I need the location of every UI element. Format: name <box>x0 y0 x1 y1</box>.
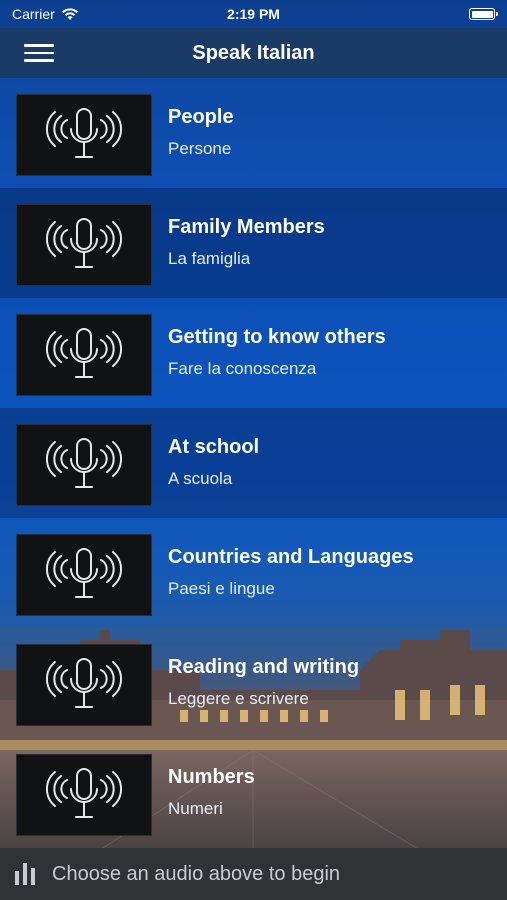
lesson-thumbnail <box>16 644 152 726</box>
list-item[interactable]: Getting to know others Fare la conoscenz… <box>0 298 507 408</box>
lesson-title: Family Members <box>168 216 325 238</box>
microphone-icon <box>45 438 123 488</box>
list-item[interactable]: People Persone <box>0 78 507 188</box>
audio-bars-icon <box>15 863 35 885</box>
audio-player-bar: Choose an audio above to begin <box>0 848 507 900</box>
lesson-title: People <box>168 106 234 128</box>
microphone-icon <box>45 548 123 598</box>
lesson-thumbnail <box>16 754 152 836</box>
lesson-title: At school <box>168 436 260 458</box>
microphone-icon <box>45 108 123 158</box>
lesson-subtitle: Fare la conoscenza <box>168 359 317 378</box>
lesson-subtitle: Leggere e scrivere <box>168 689 309 708</box>
lesson-thumbnail <box>16 534 152 616</box>
list-item-text: Countries and Languages Paesi e lingue <box>168 546 414 599</box>
lesson-title: Getting to know others <box>168 326 386 348</box>
microphone-icon <box>45 658 123 708</box>
list-item-text: Numbers Numeri <box>168 766 255 819</box>
list-item-text: Family Members La famiglia <box>168 216 325 269</box>
status-bar: Carrier 2:19 PM <box>0 0 507 28</box>
list-item[interactable]: Reading and writing Leggere e scrivere <box>0 628 507 738</box>
list-item[interactable]: Countries and Languages Paesi e lingue <box>0 518 507 628</box>
lesson-list: People Persone Family Members La famigli… <box>0 78 507 848</box>
lesson-subtitle: Numeri <box>168 799 223 818</box>
lesson-title: Countries and Languages <box>168 546 414 568</box>
lesson-subtitle: A scuola <box>168 469 233 488</box>
list-item[interactable]: Numbers Numeri <box>0 738 507 848</box>
lesson-thumbnail <box>16 204 152 286</box>
lesson-thumbnail <box>16 314 152 396</box>
lesson-subtitle: Paesi e lingue <box>168 579 275 598</box>
nav-title: Speak Italian <box>192 41 315 64</box>
list-item-text: Getting to know others Fare la conoscenz… <box>168 326 386 379</box>
hamburger-menu-icon[interactable] <box>24 40 54 64</box>
list-item-text: At school A scuola <box>168 436 259 489</box>
lesson-thumbnail <box>16 94 152 176</box>
microphone-icon <box>45 328 123 378</box>
lesson-subtitle: La famiglia <box>168 249 251 268</box>
list-item[interactable]: At school A scuola <box>0 408 507 518</box>
lesson-title: Reading and writing <box>168 656 360 678</box>
lesson-thumbnail <box>16 424 152 506</box>
player-message: Choose an audio above to begin <box>52 862 341 885</box>
microphone-icon <box>45 768 123 818</box>
list-item[interactable]: Family Members La famiglia <box>0 188 507 298</box>
battery-icon <box>469 8 498 20</box>
microphone-icon <box>45 218 123 268</box>
status-time: 2:19 PM <box>227 6 280 22</box>
list-item-text: People Persone <box>168 106 234 159</box>
navigation-bar: Speak Italian <box>0 28 507 78</box>
list-item-text: Reading and writing Leggere e scrivere <box>168 656 359 709</box>
lesson-title: Numbers <box>168 766 255 788</box>
lesson-subtitle: Persone <box>168 139 232 158</box>
